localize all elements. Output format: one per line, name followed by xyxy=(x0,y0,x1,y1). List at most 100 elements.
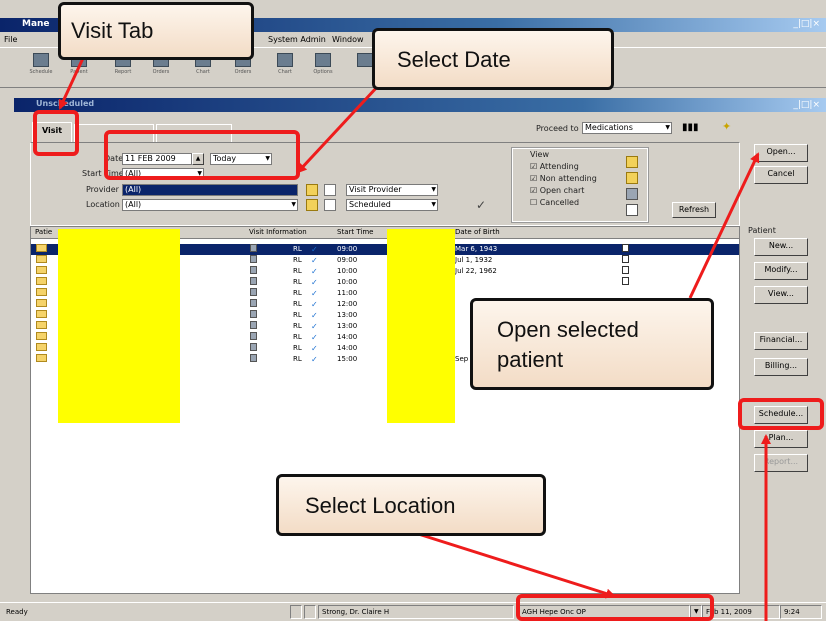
grid-icon[interactable]: ▮▮▮ xyxy=(682,122,699,133)
menu-system-admin[interactable]: System Admin xyxy=(268,35,326,44)
menu-window[interactable]: Window xyxy=(332,35,364,44)
row-start-time: 14:00 xyxy=(337,344,358,352)
cancel-button[interactable]: Cancel xyxy=(754,166,808,184)
folder-search-icon[interactable] xyxy=(306,199,318,211)
row-dob: Jul 1, 1932 xyxy=(455,256,493,264)
modify-patient-button[interactable]: Modify... xyxy=(754,262,808,280)
toolbar-icon xyxy=(277,53,293,67)
financial-button[interactable]: Financial... xyxy=(754,332,808,350)
subwindow-title: Unscheduled xyxy=(36,99,95,108)
folder-icon xyxy=(36,288,47,296)
patient-icon xyxy=(250,266,257,274)
check-icon: ✓ xyxy=(311,311,318,320)
callout-line: Open selected xyxy=(497,317,639,342)
check-icon: ✓ xyxy=(311,355,318,364)
patient-icon xyxy=(250,321,257,329)
checkbox-icon[interactable]: ☐ xyxy=(530,198,537,207)
checkbox-icon[interactable]: ☑ xyxy=(530,186,537,195)
patient-icon xyxy=(250,299,257,307)
row-provider: RL xyxy=(293,344,302,352)
refresh-button[interactable]: Refresh xyxy=(672,202,716,218)
new-patient-button[interactable]: New... xyxy=(754,238,808,256)
calendar-icon xyxy=(622,266,629,274)
proceed-label: Proceed to xyxy=(536,124,579,133)
folder-icon xyxy=(36,310,47,318)
callout-visit-tab: Visit Tab xyxy=(58,2,254,60)
status-cell xyxy=(304,605,316,619)
visit-provider-select[interactable]: Visit Provider xyxy=(346,184,438,196)
menu-file[interactable]: File xyxy=(4,35,17,44)
highlight-location xyxy=(516,594,714,621)
provider-label: Provider xyxy=(86,185,119,194)
col-visit-information[interactable]: Visit Information xyxy=(249,228,307,236)
location-label: Location xyxy=(86,200,120,209)
col-date-of-birth[interactable]: Date of Birth xyxy=(455,228,500,236)
redaction-patient-id xyxy=(387,229,455,423)
pen-icon[interactable]: ✓ xyxy=(476,198,486,212)
toolbar-button[interactable]: Options xyxy=(306,53,340,83)
location-select[interactable]: (All) xyxy=(122,199,298,211)
calendar-icon xyxy=(622,244,629,252)
row-provider: RL xyxy=(293,267,302,275)
calendar-icon xyxy=(622,255,629,263)
highlight-date xyxy=(104,130,300,180)
toolbar-button[interactable]: Schedule xyxy=(24,53,58,83)
scheduled-select[interactable]: Scheduled xyxy=(346,199,438,211)
view-option-open-chart[interactable]: ☑ Open chart xyxy=(530,186,584,195)
view-option-label: Attending xyxy=(539,162,579,171)
clear-icon[interactable] xyxy=(324,184,336,196)
patient-icon xyxy=(250,277,257,285)
subwindow-title-bar: Unscheduled xyxy=(14,98,826,112)
disabled-button: Report... xyxy=(754,454,808,472)
col-patient[interactable]: Patie xyxy=(35,228,52,236)
folder-icon xyxy=(36,266,47,274)
chart-icon xyxy=(626,188,638,200)
highlight-schedule xyxy=(738,398,824,430)
plan-button[interactable]: Plan... xyxy=(754,430,808,448)
view-option-attending[interactable]: ☑ Attending xyxy=(530,162,579,171)
check-icon: ✓ xyxy=(311,278,318,287)
folder-icon xyxy=(626,156,638,168)
proceed-select[interactable]: Medications xyxy=(582,122,672,134)
row-dob: Jul 22, 1962 xyxy=(455,267,497,275)
row-provider: RL xyxy=(293,245,302,253)
status-time: 9:24 xyxy=(780,605,822,619)
open-button[interactable]: Open... xyxy=(754,144,808,162)
toolbar-label: Schedule xyxy=(29,69,53,75)
toolbar-label: Chart xyxy=(196,69,210,75)
check-icon: ✓ xyxy=(311,344,318,353)
row-start-time: 15:00 xyxy=(337,355,358,363)
window-controls[interactable]: _|□|× xyxy=(793,19,820,29)
view-option-non-attending[interactable]: ☑ Non attending xyxy=(530,174,597,183)
check-icon: ✓ xyxy=(311,300,318,309)
provider-select[interactable]: (All) xyxy=(122,184,298,196)
row-start-time: 11:00 xyxy=(337,289,358,297)
checkbox-icon[interactable]: ☑ xyxy=(530,162,537,171)
col-start-time[interactable]: Start Time xyxy=(337,228,373,236)
view-label: View xyxy=(530,150,549,159)
lightbulb-icon[interactable]: ✦ xyxy=(722,120,731,133)
row-start-time: 14:00 xyxy=(337,333,358,341)
row-dob: Mar 6, 1943 xyxy=(455,245,498,253)
folder-icon xyxy=(36,321,47,329)
row-provider: RL xyxy=(293,355,302,363)
folder-icon xyxy=(36,244,47,252)
clear-icon[interactable] xyxy=(324,199,336,211)
toolbar-button[interactable]: Chart xyxy=(268,53,302,83)
check-icon: ✓ xyxy=(311,289,318,298)
row-start-time: 10:00 xyxy=(337,267,358,275)
status-ready: Ready xyxy=(6,608,28,616)
calendar-icon xyxy=(622,277,629,285)
row-provider: RL xyxy=(293,278,302,286)
callout-select-location: Select Location xyxy=(276,474,546,536)
patient-icon xyxy=(250,310,257,318)
row-start-time: 09:00 xyxy=(337,256,358,264)
folder-search-icon[interactable] xyxy=(306,184,318,196)
billing-button[interactable]: Billing... xyxy=(754,358,808,376)
checkbox-icon[interactable]: ☑ xyxy=(530,174,537,183)
view-option-cancelled[interactable]: ☐ Cancelled xyxy=(530,198,579,207)
row-provider: RL xyxy=(293,311,302,319)
subwindow-controls[interactable]: _|□|× xyxy=(793,100,820,110)
folder-icon xyxy=(36,354,47,362)
view-patient-button[interactable]: View... xyxy=(754,286,808,304)
